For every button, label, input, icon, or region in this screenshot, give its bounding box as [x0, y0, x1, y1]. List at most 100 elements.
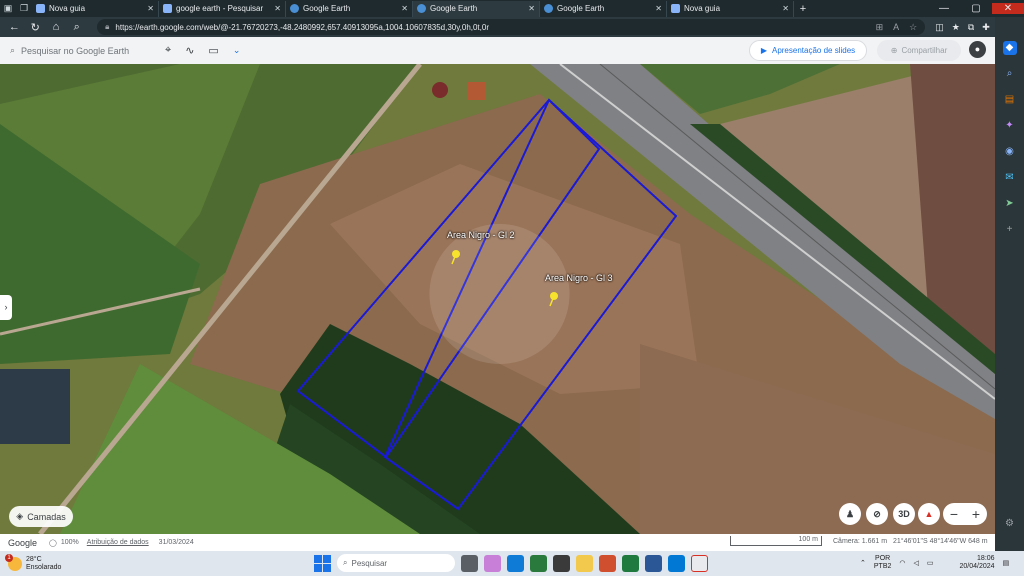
tab-google-earth-active[interactable]: Google Earth ✕ — [413, 0, 540, 17]
tab-title: Google Earth — [557, 4, 605, 13]
earth-search-box[interactable]: ⌕ Pesquisar no Google Earth — [0, 45, 165, 56]
close-tab-icon[interactable]: ✕ — [147, 4, 154, 13]
layers-button[interactable]: ◈ Camadas — [9, 506, 73, 527]
tab-google-earth-3[interactable]: Google Earth ✕ — [540, 0, 667, 17]
camera-altitude: Câmera: 1.661 m — [833, 538, 888, 545]
placemark-label-1[interactable]: Area Nigro - Gl 2 — [447, 230, 515, 240]
volume-icon[interactable]: ◁ — [914, 559, 919, 567]
view-3d-button[interactable]: 3D — [893, 503, 915, 525]
close-tab-icon[interactable]: ✕ — [274, 4, 281, 13]
account-avatar[interactable]: ● — [969, 41, 986, 58]
close-tab-icon[interactable]: ✕ — [782, 4, 789, 13]
satellite-map[interactable]: Area Nigro - Gl 2 Area Nigro - Gl 3 › ◈ … — [0, 64, 995, 534]
excel-icon[interactable] — [622, 554, 639, 572]
outlook-icon[interactable]: ✉ — [1003, 171, 1017, 185]
zoom-controls: − + — [943, 503, 987, 525]
tab-actions-icon[interactable]: ❐ — [16, 0, 32, 17]
battery-icon[interactable]: ▭ — [927, 559, 934, 567]
favorites-icon[interactable]: ★ — [952, 22, 960, 33]
google-logo: Google — [8, 537, 38, 548]
tray-chevron-icon[interactable]: ⌃ — [860, 559, 866, 567]
send-icon[interactable]: ➤ — [1003, 197, 1017, 211]
add-sidebar-icon[interactable]: + — [1003, 223, 1017, 237]
placemark-label-2[interactable]: Area Nigro - Gl 3 — [545, 273, 613, 283]
reload-icon[interactable]: ↻ — [27, 21, 44, 34]
lock-icon[interactable]: 🔒︎ — [105, 22, 109, 32]
share-label: Compartilhar — [901, 46, 948, 55]
share-button[interactable]: ⊕ Compartilhar — [877, 40, 961, 61]
tab-nova-guia-2[interactable]: Nova guia ✕ — [667, 0, 794, 17]
tab-google-search[interactable]: google earth - Pesquisar ✕ — [159, 0, 286, 17]
search-favicon-icon — [163, 4, 172, 13]
outlook-app-icon[interactable] — [668, 554, 685, 572]
slideshow-label: Apresentação de slides — [771, 46, 856, 55]
new-tab-button[interactable]: + — [794, 3, 812, 15]
notifications-icon[interactable]: ▤ — [1003, 559, 1010, 567]
copilot-app-icon[interactable] — [484, 554, 501, 572]
pegman-icon[interactable]: ♟ — [839, 503, 861, 525]
chevron-down-icon[interactable]: ⌄ — [233, 45, 241, 56]
zoom-in-icon[interactable]: + — [965, 503, 987, 525]
my-location-icon[interactable]: ⊘ — [866, 503, 888, 525]
taskbar-search[interactable]: ⌕ Pesquisar — [337, 554, 455, 572]
sun-icon: 1 — [5, 553, 22, 571]
draw-path-icon[interactable]: ∿ — [185, 44, 194, 57]
home-icon[interactable]: ⌂ — [48, 21, 65, 33]
workspaces-icon[interactable]: ▣ — [0, 0, 16, 17]
start-button[interactable] — [314, 554, 331, 572]
language-indicator[interactable]: POR PTB2 — [874, 555, 892, 571]
wifi-icon[interactable]: ◠ — [899, 559, 905, 567]
powerpoint-icon[interactable] — [599, 554, 616, 572]
clock[interactable]: 18:06 20/04/2024 — [960, 555, 995, 571]
close-tab-icon[interactable]: ✕ — [655, 4, 662, 13]
word-icon[interactable] — [645, 554, 662, 572]
compass-icon[interactable]: ▲ — [918, 503, 940, 525]
ruler-icon[interactable]: ▭ — [208, 44, 218, 57]
favorite-star-icon[interactable]: ☆ — [909, 22, 917, 33]
search-placeholder[interactable]: Pesquisar no Google Earth — [21, 46, 129, 56]
placemark-icon[interactable]: ⌖ — [165, 44, 171, 57]
layers-label: Camadas — [27, 511, 66, 522]
maximize-icon[interactable]: ▢ — [960, 3, 992, 14]
tab-nova-guia-1[interactable]: Nova guia ✕ — [32, 0, 159, 17]
clock-date: 20/04/2024 — [959, 563, 995, 570]
edge-app-icon[interactable] — [507, 554, 524, 572]
close-tab-icon[interactable]: ✕ — [528, 4, 535, 13]
imagery-date: 31/03/2024 — [158, 539, 194, 546]
shopping-icon[interactable]: ▤ — [1003, 93, 1017, 107]
back-icon[interactable]: ← — [6, 21, 23, 33]
task-view-icon[interactable] — [461, 554, 478, 572]
url-text[interactable]: https://earth.google.com/web/@-21.767202… — [115, 23, 869, 32]
copilot-icon[interactable]: ◆ — [1002, 41, 1017, 55]
cursor-coordinates: 21°46'01"S 48°14'46"W 648 m — [893, 538, 988, 545]
tab-title: Nova guia — [49, 4, 86, 13]
close-tab-icon[interactable]: ✕ — [401, 4, 408, 13]
store-app-icon[interactable] — [530, 554, 547, 572]
office-icon[interactable]: ◉ — [1003, 145, 1017, 159]
collections-icon[interactable]: ⧉ — [968, 22, 974, 33]
weather-widget[interactable]: 1 28°C Ensolarado — [0, 553, 160, 572]
dell-app-icon[interactable] — [553, 554, 570, 572]
url-field[interactable]: 🔒︎ https://earth.google.com/web/@-21.767… — [97, 19, 926, 35]
tab-title: google earth - Pesquisar — [176, 4, 264, 13]
snipping-tool-icon[interactable] — [691, 554, 708, 572]
zoom-out-icon[interactable]: − — [943, 503, 965, 525]
close-window-icon[interactable]: ✕ — [992, 3, 1024, 14]
file-explorer-icon[interactable] — [576, 554, 593, 572]
search-icon[interactable]: ⌕ — [68, 21, 85, 34]
extensions-icon[interactable]: ✚ — [982, 22, 990, 33]
minimize-icon[interactable]: — — [928, 3, 960, 14]
read-aloud-icon[interactable]: A — [893, 22, 899, 33]
games-icon[interactable]: ✦ — [1003, 119, 1017, 133]
app-available-icon[interactable]: ⊞ — [876, 22, 884, 33]
slideshow-button[interactable]: ▶ Apresentação de slides — [749, 40, 867, 61]
sidebar-settings-icon[interactable]: ⚙ — [1003, 517, 1017, 531]
expand-panel-button[interactable]: › — [0, 295, 12, 320]
scale-bar[interactable]: 100 m — [730, 536, 822, 546]
attribution-link[interactable]: Atribuição de dados — [87, 539, 149, 546]
sidebar-search-icon[interactable]: ⌕ — [1003, 67, 1017, 81]
satellite-imagery[interactable] — [0, 64, 995, 534]
layers-icon: ◈ — [16, 511, 24, 521]
tab-google-earth-1[interactable]: Google Earth ✕ — [286, 0, 413, 17]
split-screen-icon[interactable]: ◫ — [935, 22, 944, 33]
